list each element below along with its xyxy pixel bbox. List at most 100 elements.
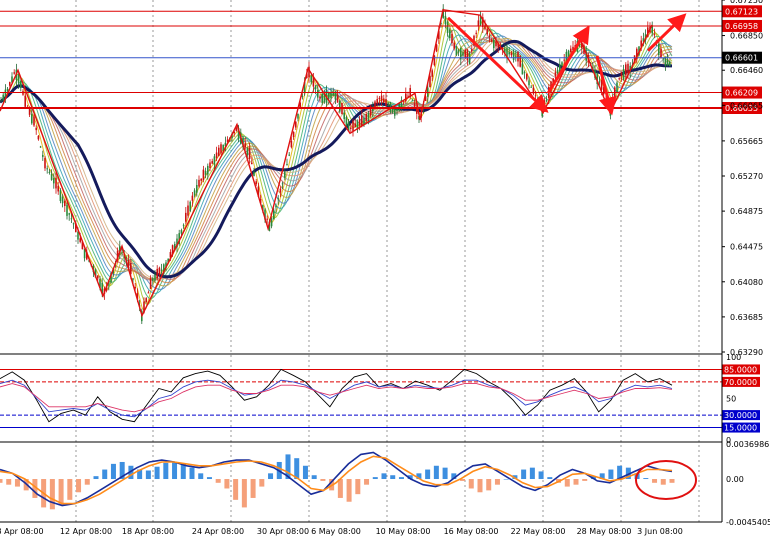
candle-body — [33, 116, 35, 126]
candle-body — [616, 82, 618, 93]
candle-body — [9, 82, 11, 86]
candle-body — [510, 52, 513, 56]
macd-histogram-bar — [381, 473, 387, 480]
rsi-level-label: 30.0000 — [724, 411, 757, 420]
price-y-tick-label: 0.66850 — [730, 32, 763, 41]
candle-body — [152, 278, 154, 281]
candle-body — [270, 218, 273, 227]
candle-body — [314, 87, 317, 90]
macd-histogram-bar — [224, 479, 230, 489]
candle-body — [193, 190, 196, 196]
candle-body — [158, 267, 161, 276]
candle-body — [191, 195, 194, 201]
macd-histogram-bar — [67, 479, 73, 500]
candle-body — [431, 70, 433, 77]
candle-body — [35, 127, 37, 131]
candle-body — [475, 32, 477, 34]
macd-histogram-bar — [172, 461, 178, 480]
candle-body — [266, 218, 268, 220]
candle-body — [385, 99, 387, 106]
candle-body — [317, 90, 319, 98]
macd-histogram-bar — [6, 479, 12, 485]
macd-histogram-bar — [84, 479, 90, 485]
candle-body — [20, 80, 22, 88]
candle-body — [207, 165, 209, 175]
candle-body — [451, 33, 453, 43]
macd-histogram-bar — [364, 479, 370, 485]
candle-body — [653, 34, 656, 36]
candle-body — [61, 196, 64, 204]
candle-body — [376, 99, 378, 104]
candle-body — [196, 185, 198, 193]
candle-body — [160, 269, 163, 272]
candle-body — [0, 100, 2, 102]
candle-body — [622, 69, 625, 80]
candle-body — [53, 178, 55, 184]
candle-body — [611, 98, 614, 105]
candle-body — [526, 73, 528, 80]
macd-histogram-bar — [337, 479, 343, 498]
candle-body — [662, 58, 664, 60]
candle-body — [383, 98, 385, 103]
candle-body — [394, 108, 396, 116]
rsi-level-label: 85.0000 — [724, 365, 757, 374]
candle-body — [297, 113, 299, 119]
candle-body — [620, 71, 623, 77]
x-tick-label: 16 May 08:00 — [444, 527, 499, 536]
chart-window: 0.67123 0.66958 0.66601 0.66209 0.66035 100 5… — [0, 0, 770, 540]
rsi-level-label: 15.0000 — [724, 424, 757, 433]
trading-chart: 0.671230.669580.666010.662090.66035 1005… — [0, 0, 770, 536]
candle-body — [625, 64, 627, 76]
candle-body — [523, 72, 526, 74]
macd-histogram-bar — [669, 479, 675, 483]
candle-body — [246, 147, 249, 155]
macd-histogram-bar — [145, 470, 151, 480]
candle-body — [211, 161, 213, 164]
price-panel-bg — [0, 0, 718, 352]
candle-body — [28, 108, 31, 115]
candle-body — [554, 72, 557, 77]
candle-body — [220, 144, 222, 154]
macd-histogram-bar — [442, 467, 448, 480]
candle-body — [488, 35, 491, 38]
candle-body — [387, 104, 389, 106]
candle-body — [669, 61, 671, 67]
candle-body — [343, 112, 345, 120]
candle-body — [286, 164, 288, 166]
candle-body — [59, 190, 62, 201]
candle-body — [358, 119, 361, 126]
price-level-label: 0.66209 — [725, 89, 758, 98]
macd-y-tick-label: -0.0045405 — [726, 518, 770, 527]
macd-histogram-bar — [180, 463, 186, 480]
candle-body — [24, 95, 26, 107]
candle-body — [275, 205, 277, 208]
candle-body — [374, 101, 376, 108]
macd-histogram-bar — [14, 479, 20, 487]
macd-histogram-bar — [573, 479, 579, 485]
macd-histogram-bar — [93, 476, 99, 480]
candle-body — [72, 223, 75, 225]
candle-body — [147, 292, 150, 294]
macd-histogram-bar — [425, 469, 431, 480]
macd-histogram-bar — [311, 475, 317, 480]
candle-body — [411, 99, 414, 101]
macd-histogram-bar — [198, 473, 204, 480]
x-tick-label: 24 Apr 08:00 — [192, 527, 244, 536]
macd-y-tick-label: 0.0036986 — [726, 440, 769, 449]
macd-histogram-bar — [110, 463, 116, 480]
rsi-y-tick-label: 50 — [726, 395, 736, 404]
candle-body — [37, 135, 40, 140]
macd-y-tick-label: 0.00 — [726, 475, 744, 484]
candle-body — [42, 154, 44, 157]
candle-body — [218, 147, 220, 156]
candle-body — [367, 112, 370, 119]
candle-body — [121, 252, 123, 254]
macd-histogram-bar — [494, 479, 500, 485]
candle-body — [97, 275, 99, 279]
candle-body — [468, 53, 471, 64]
candle-body — [290, 140, 293, 148]
macd-histogram-bar — [398, 477, 404, 480]
candle-body — [563, 59, 565, 61]
x-tick-label: 3 Jun 08:00 — [637, 527, 683, 536]
candle-body — [132, 278, 134, 280]
